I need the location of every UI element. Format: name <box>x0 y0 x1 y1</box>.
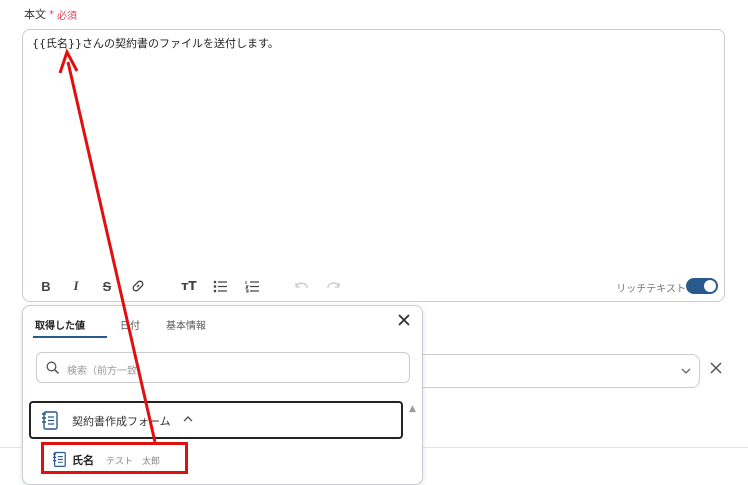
annotation-arrow <box>58 48 157 443</box>
